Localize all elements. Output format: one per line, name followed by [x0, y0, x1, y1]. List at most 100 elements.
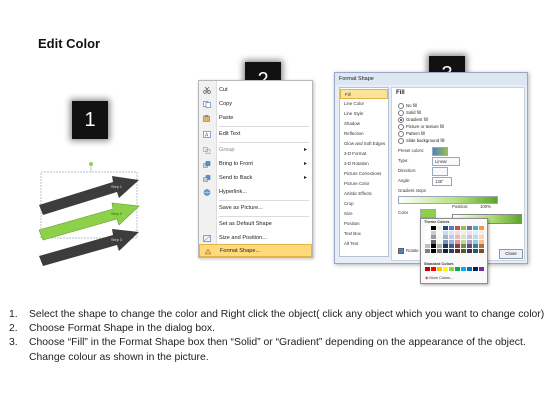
rotate-handle[interactable]: [89, 162, 93, 166]
color-swatch[interactable]: [430, 235, 437, 240]
color-swatch[interactable]: [436, 248, 443, 253]
category-glow[interactable]: Glow and Soft Edges: [340, 139, 388, 149]
color-swatch[interactable]: [460, 226, 467, 230]
color-swatch[interactable]: [454, 244, 461, 249]
radio-gradient-fill[interactable]: Gradient fill: [398, 116, 428, 123]
color-swatch[interactable]: [478, 244, 485, 249]
color-swatch[interactable]: [454, 230, 461, 235]
standard-color-swatch[interactable]: [472, 267, 479, 271]
preset-colors-dropdown[interactable]: [432, 147, 448, 156]
color-swatch[interactable]: [448, 235, 455, 240]
color-swatch[interactable]: [442, 230, 449, 235]
color-swatch[interactable]: [442, 226, 449, 230]
color-swatch[interactable]: [430, 230, 437, 235]
color-swatch[interactable]: [430, 244, 437, 249]
menu-item-group[interactable]: Group ▸: [199, 144, 312, 157]
color-swatch[interactable]: [472, 235, 479, 240]
category-crop[interactable]: Crop: [340, 199, 388, 209]
color-swatch[interactable]: [478, 248, 485, 253]
menu-item-edit-text[interactable]: A Edit Text: [199, 128, 312, 141]
color-swatch[interactable]: [466, 235, 473, 240]
category-artistic-effects[interactable]: Artistic Effects: [340, 189, 388, 199]
color-swatch[interactable]: [454, 235, 461, 240]
color-swatch[interactable]: [436, 230, 443, 235]
color-swatch[interactable]: [466, 248, 473, 253]
category-shadow[interactable]: Shadow: [340, 119, 388, 129]
menu-item-cut[interactable]: Cut: [199, 84, 312, 97]
color-swatch[interactable]: [460, 230, 467, 235]
color-swatch[interactable]: [436, 244, 443, 249]
color-swatch[interactable]: [478, 235, 485, 240]
rotate-checkbox[interactable]: Rotate: [398, 248, 419, 254]
color-swatch[interactable]: [466, 244, 473, 249]
color-swatch[interactable]: [478, 226, 485, 230]
radio-no-fill[interactable]: No fill: [398, 102, 417, 109]
standard-color-swatch[interactable]: [478, 267, 485, 271]
color-swatch[interactable]: [442, 239, 449, 244]
color-swatch[interactable]: [460, 244, 467, 249]
radio-picture-fill[interactable]: Picture or texture fill: [398, 123, 444, 130]
standard-color-swatch[interactable]: [425, 267, 431, 271]
category-alt-text[interactable]: Alt Text: [340, 239, 388, 249]
close-button[interactable]: Close: [499, 249, 523, 259]
color-swatch[interactable]: [454, 226, 461, 230]
color-swatch[interactable]: [430, 239, 437, 244]
category-reflection[interactable]: Reflection: [340, 129, 388, 139]
color-swatch[interactable]: [460, 235, 467, 240]
color-swatch[interactable]: [472, 230, 479, 235]
standard-color-swatch[interactable]: [454, 267, 461, 271]
category-3d-format[interactable]: 3-D Format: [340, 149, 388, 159]
color-swatch[interactable]: [448, 239, 455, 244]
color-swatch[interactable]: [436, 226, 443, 230]
category-line-style[interactable]: Line Style: [340, 109, 388, 119]
color-swatch[interactable]: [448, 244, 455, 249]
menu-item-send-to-back[interactable]: Send to Back ▸: [199, 172, 312, 185]
color-swatch[interactable]: [460, 239, 467, 244]
color-swatch[interactable]: [472, 226, 479, 230]
color-swatch[interactable]: [472, 239, 479, 244]
color-swatch[interactable]: [466, 230, 473, 235]
type-dropdown[interactable]: Linear: [432, 157, 460, 166]
menu-item-format-shape[interactable]: Format Shape...: [199, 244, 312, 257]
color-swatch[interactable]: [425, 235, 431, 240]
standard-color-swatch[interactable]: [466, 267, 473, 271]
radio-slide-background-fill[interactable]: Slide background fill: [398, 137, 444, 144]
color-swatch[interactable]: [425, 248, 431, 253]
standard-color-swatch[interactable]: [430, 267, 437, 271]
color-swatch[interactable]: [425, 239, 431, 244]
category-fill[interactable]: Fill: [340, 89, 388, 99]
color-swatch[interactable]: [436, 239, 443, 244]
color-swatch[interactable]: [448, 230, 455, 235]
menu-item-copy[interactable]: Copy: [199, 98, 312, 111]
color-swatch[interactable]: [472, 248, 479, 253]
category-3d-rotation[interactable]: 3-D Rotation: [340, 159, 388, 169]
menu-item-set-default-shape[interactable]: Set as Default Shape: [199, 218, 312, 231]
standard-color-swatch[interactable]: [460, 267, 467, 271]
direction-dropdown[interactable]: [432, 167, 448, 176]
color-swatch[interactable]: [425, 244, 431, 249]
color-swatch[interactable]: [478, 230, 485, 235]
color-swatch[interactable]: [448, 226, 455, 230]
angle-input[interactable]: 135°: [432, 177, 452, 186]
color-swatch[interactable]: [442, 248, 449, 253]
category-line-color[interactable]: Line Color: [340, 99, 388, 109]
color-swatch[interactable]: [472, 244, 479, 249]
menu-item-bring-to-front[interactable]: Bring to Front ▸: [199, 158, 312, 171]
color-swatch[interactable]: [425, 230, 431, 235]
color-swatch[interactable]: [430, 226, 437, 230]
gradient-stops-bar[interactable]: [398, 196, 498, 204]
color-swatch[interactable]: [448, 248, 455, 253]
menu-item-save-as-picture[interactable]: Save as Picture...: [199, 202, 312, 215]
color-swatch[interactable]: [454, 248, 461, 253]
color-swatch[interactable]: [460, 248, 467, 253]
standard-color-swatch[interactable]: [436, 267, 443, 271]
color-swatch[interactable]: [466, 239, 473, 244]
radio-solid-fill[interactable]: Solid fill: [398, 109, 421, 116]
color-swatch[interactable]: [442, 244, 449, 249]
category-text-box[interactable]: Text Box: [340, 229, 388, 239]
color-swatch[interactable]: [436, 235, 443, 240]
color-swatch[interactable]: [466, 226, 473, 230]
menu-item-hyperlink[interactable]: Hyperlink...: [199, 186, 312, 199]
color-swatch[interactable]: [454, 239, 461, 244]
color-picker-button[interactable]: [420, 209, 436, 218]
